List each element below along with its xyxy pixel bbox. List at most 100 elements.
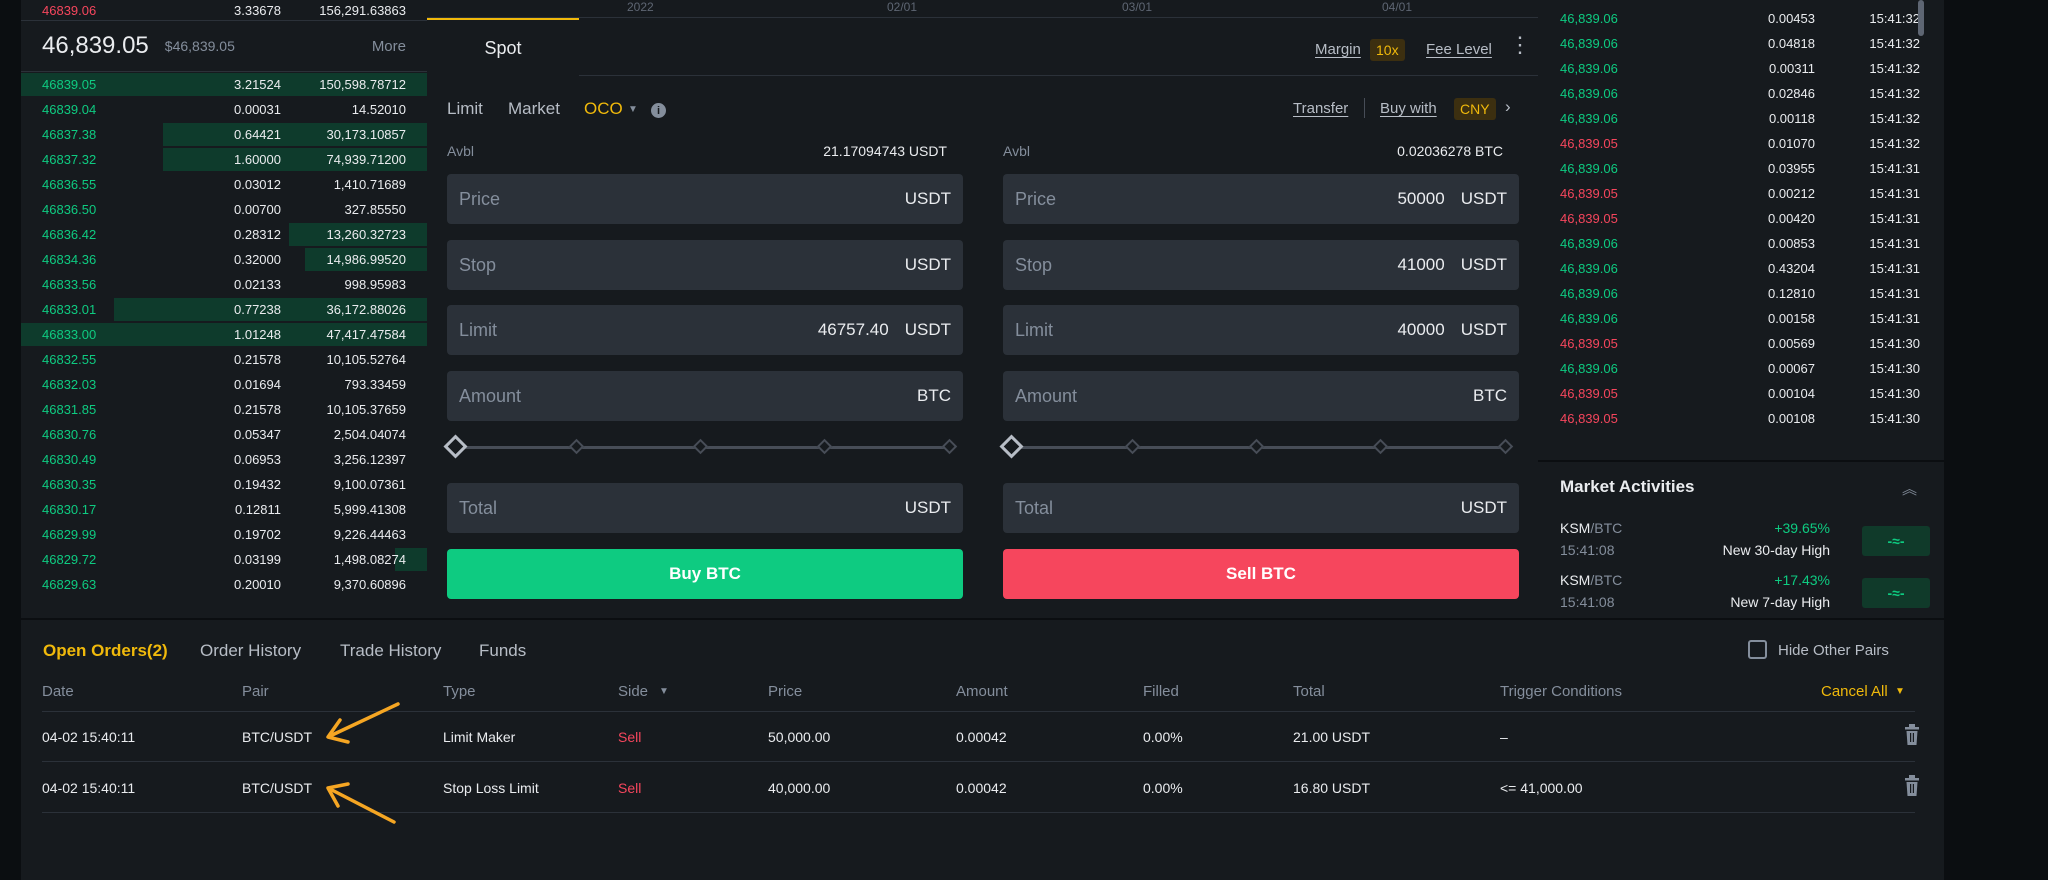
tab-spot[interactable]: Spot	[427, 18, 579, 76]
slider-handle[interactable]	[443, 434, 468, 459]
trade-row: 46,839.06 0.00158 15:41:31	[1538, 306, 1944, 331]
order-book-bid-row[interactable]: 46834.36 0.32000 14,986.99520	[21, 247, 427, 272]
margin-badge[interactable]: 10x	[1370, 39, 1405, 61]
fee-level-link[interactable]: Fee Level	[1426, 41, 1492, 58]
tab-order-history[interactable]: Order History	[200, 641, 301, 661]
hide-other-pairs-checkbox[interactable]	[1748, 640, 1767, 659]
bid-total: 9,370.60896	[333, 577, 406, 592]
order-book-bid-row[interactable]: 46833.56 0.02133 998.95983	[21, 272, 427, 297]
buy-amount-field[interactable]: Amount BTC	[447, 371, 963, 421]
trade-row: 46,839.06 0.12810 15:41:31	[1538, 281, 1944, 306]
sell-total-field[interactable]: Total USDT	[1003, 483, 1519, 533]
sell-stop-field[interactable]: Stop 41000 USDT	[1003, 240, 1519, 290]
order-book-bid-row[interactable]: 46830.35 0.19432 9,100.07361	[21, 472, 427, 497]
annotation-arrow-icon	[326, 782, 396, 824]
buy-total-field[interactable]: Total USDT	[447, 483, 963, 533]
sell-amount-field[interactable]: Amount BTC	[1003, 371, 1519, 421]
market-activity-item[interactable]: KSM/BTC 15:41:08 +39.65% New 30-day High…	[1560, 520, 1930, 566]
order-type-limit[interactable]: Limit	[447, 99, 483, 119]
high-signal-icon: -≈-	[1862, 526, 1930, 556]
buy-price-field[interactable]: Price USDT	[447, 174, 963, 224]
order-book-bid-row[interactable]: 46836.55 0.03012 1,410.71689	[21, 172, 427, 197]
cancel-all-button[interactable]: Cancel All	[1821, 683, 1888, 700]
buy-with-link[interactable]: Buy with	[1380, 100, 1437, 117]
order-book-bid-row[interactable]: 46829.72 0.03199 1,498.08274	[21, 547, 427, 572]
market-activity-item[interactable]: KSM/BTC 15:41:08 +17.43% New 7-day High …	[1560, 572, 1930, 618]
buy-limit-field[interactable]: Limit 46757.40 USDT	[447, 305, 963, 355]
trash-icon[interactable]	[1904, 775, 1920, 797]
margin-link[interactable]: Margin	[1315, 41, 1361, 58]
slider-step-75[interactable]	[1372, 438, 1389, 455]
order-book-bid-row[interactable]: 46830.17 0.12811 5,999.41308	[21, 497, 427, 522]
slider-step-50[interactable]	[1248, 438, 1265, 455]
chevron-down-icon[interactable]: ▼	[1895, 686, 1905, 697]
order-book-bid-row[interactable]: 46836.50 0.00700 327.85550	[21, 197, 427, 222]
hide-other-pairs-label[interactable]: Hide Other Pairs	[1778, 642, 1889, 659]
slider-step-25[interactable]	[568, 438, 585, 455]
transfer-link[interactable]: Transfer	[1293, 100, 1348, 117]
more-options-icon[interactable]: ⋮	[1509, 32, 1531, 58]
order-book-ask-row[interactable]: 46839.06 3.33678 156,291.63863	[21, 0, 427, 20]
field-value: 41000	[1397, 255, 1445, 274]
buy-button[interactable]: Buy BTC	[447, 549, 963, 599]
activity-description: New 30-day High	[1722, 542, 1830, 558]
trade-qty: 0.00104	[1768, 386, 1815, 401]
side-filter-icon[interactable]: ▼	[659, 686, 669, 697]
order-book-bid-row[interactable]: 46837.38 0.64421 30,173.10857	[21, 122, 427, 147]
trades-scrollbar[interactable]	[1918, 0, 1924, 36]
order-book-bid-row[interactable]: 46836.42 0.28312 13,260.32723	[21, 222, 427, 247]
info-icon[interactable]: i	[651, 103, 666, 118]
order-type-market[interactable]: Market	[508, 99, 560, 119]
order-book-last-price: 46,839.05 $46,839.05 More	[21, 20, 427, 72]
sell-amount-slider[interactable]	[999, 434, 1519, 459]
buy-amount-slider[interactable]	[443, 434, 963, 459]
tab-funds[interactable]: Funds	[479, 641, 526, 661]
bid-qty: 0.21578	[234, 402, 281, 417]
order-book-bid-row[interactable]: 46832.55 0.21578 10,105.52764	[21, 347, 427, 372]
buy-avbl-label: Avbl	[447, 143, 474, 159]
currency-badge[interactable]: CNY	[1454, 98, 1496, 120]
trade-qty: 0.00108	[1768, 411, 1815, 426]
sell-avbl-value: 0.02036278 BTC	[1397, 143, 1503, 159]
field-value: 50000	[1397, 189, 1445, 208]
collapse-icon[interactable]: ︽	[1902, 478, 1917, 499]
buy-stop-field[interactable]: Stop USDT	[447, 240, 963, 290]
bid-price: 46836.50	[42, 202, 97, 217]
order-book-bid-row[interactable]: 46830.76 0.05347 2,504.04074	[21, 422, 427, 447]
chevron-down-icon[interactable]: ▼	[628, 104, 638, 115]
sell-price-field[interactable]: Price 50000 USDT	[1003, 174, 1519, 224]
slider-step-75[interactable]	[816, 438, 833, 455]
slider-step-25[interactable]	[1124, 438, 1141, 455]
field-label: Limit	[459, 319, 498, 340]
field-label: Price	[459, 188, 501, 209]
tab-trade-history[interactable]: Trade History	[340, 641, 441, 661]
trash-icon[interactable]	[1904, 724, 1920, 746]
order-book-bid-row[interactable]: 46832.03 0.01694 793.33459	[21, 372, 427, 397]
order-book-bid-row[interactable]: 46829.99 0.19702 9,226.44463	[21, 522, 427, 547]
chevron-right-icon[interactable]: ›	[1505, 97, 1511, 117]
order-date: 04-02 15:40:11	[42, 780, 136, 796]
order-book-bid-row[interactable]: 46829.63 0.20010 9,370.60896	[21, 572, 427, 597]
order-book-bid-row[interactable]: 46839.04 0.00031 14.52010	[21, 97, 427, 122]
activity-time: 15:41:08	[1560, 594, 1615, 610]
field-unit: USDT	[1460, 189, 1507, 208]
slider-step-100[interactable]	[941, 438, 958, 455]
pair-base: KSM	[1560, 520, 1591, 536]
tab-open-orders[interactable]: Open Orders(2)	[43, 641, 168, 661]
column-header-side[interactable]: Side	[618, 683, 648, 700]
order-type-oco[interactable]: OCO	[584, 99, 623, 119]
more-link[interactable]: More	[372, 38, 406, 55]
trade-row: 46,839.05 0.00569 15:41:30	[1538, 331, 1944, 356]
sell-button[interactable]: Sell BTC	[1003, 549, 1519, 599]
slider-step-100[interactable]	[1497, 438, 1514, 455]
order-book-bid-row[interactable]: 46839.05 3.21524 150,598.78712	[21, 72, 427, 97]
sell-limit-field[interactable]: Limit 40000 USDT	[1003, 305, 1519, 355]
order-book-bid-row[interactable]: 46837.32 1.60000 74,939.71200	[21, 147, 427, 172]
slider-handle[interactable]	[999, 434, 1024, 459]
order-book-bid-row[interactable]: 46831.85 0.21578 10,105.37659	[21, 397, 427, 422]
order-book-bid-row[interactable]: 46833.00 1.01248 47,417.47584	[21, 322, 427, 347]
order-book-bid-row[interactable]: 46833.01 0.77238 36,172.88026	[21, 297, 427, 322]
slider-step-50[interactable]	[692, 438, 709, 455]
trade-row: 46,839.05 0.01070 15:41:32	[1538, 131, 1944, 156]
order-book-bid-row[interactable]: 46830.49 0.06953 3,256.12397	[21, 447, 427, 472]
